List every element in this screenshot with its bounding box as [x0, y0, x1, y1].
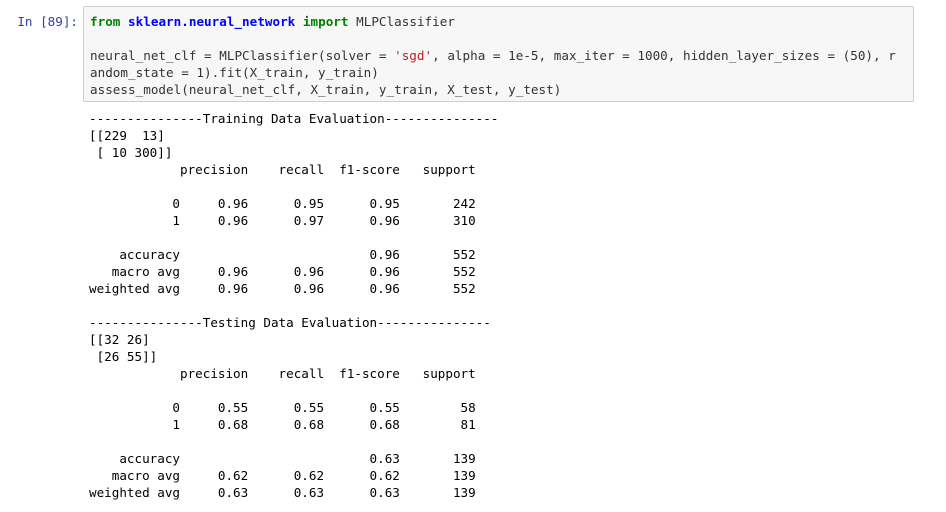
- training-report-row: 1 0.96 0.97 0.96 310: [89, 213, 476, 228]
- testing-report-row: macro avg 0.62 0.62 0.62 139: [89, 468, 476, 483]
- imported-name: MLPClassifier: [356, 14, 455, 29]
- cell-output: ---------------Training Data Evaluation-…: [89, 110, 498, 501]
- training-report-row: macro avg 0.96 0.96 0.96 552: [89, 264, 476, 279]
- code-text[interactable]: from sklearn.neural_network import MLPCl…: [90, 13, 896, 98]
- code-line-classifier: neural_net_clf = MLPClassifier(solver = …: [90, 47, 896, 64]
- output-text: ---------------Training Data Evaluation-…: [89, 110, 498, 501]
- keyword-from: from: [90, 14, 121, 29]
- training-confusion-matrix-row: [ 10 300]]: [89, 145, 173, 160]
- code-segment: , alpha = 1e-5, max_iter = 1000, hidden_…: [432, 48, 896, 63]
- testing-report-row: weighted avg 0.63 0.63 0.63 139: [89, 485, 476, 500]
- testing-report-row: 1 0.68 0.68 0.68 81: [89, 417, 476, 432]
- training-report-row: 0 0.96 0.95 0.95 242: [89, 196, 476, 211]
- testing-header: ---------------Testing Data Evaluation--…: [89, 315, 491, 330]
- testing-confusion-matrix-row: [[32 26]: [89, 332, 150, 347]
- code-line-assess: assess_model(neural_net_clf, X_train, y_…: [90, 82, 562, 97]
- training-confusion-matrix-row: [[229 13]: [89, 128, 165, 143]
- code-line-fit: andom_state = 1).fit(X_train, y_train): [90, 65, 379, 80]
- testing-report-row: 0 0.55 0.55 0.55 58: [89, 400, 476, 415]
- keyword-import: import: [302, 14, 349, 29]
- string-literal: 'sgd': [394, 48, 433, 63]
- code-line-import: from sklearn.neural_network import MLPCl…: [90, 13, 896, 30]
- testing-report-row: accuracy 0.63 139: [89, 451, 476, 466]
- training-report-row: weighted avg 0.96 0.96 0.96 552: [89, 281, 476, 296]
- training-report-row: accuracy 0.96 552: [89, 247, 476, 262]
- module-name: sklearn.neural_network: [128, 14, 296, 29]
- testing-report-header: precision recall f1-score support: [89, 366, 476, 381]
- training-report-header: precision recall f1-score support: [89, 162, 476, 177]
- input-prompt: In [89]:: [17, 14, 78, 29]
- testing-confusion-matrix-row: [26 55]]: [89, 349, 158, 364]
- training-header: ---------------Training Data Evaluation-…: [89, 111, 499, 126]
- code-editor[interactable]: from sklearn.neural_network import MLPCl…: [83, 6, 914, 102]
- code-segment: neural_net_clf = MLPClassifier(solver =: [90, 48, 395, 63]
